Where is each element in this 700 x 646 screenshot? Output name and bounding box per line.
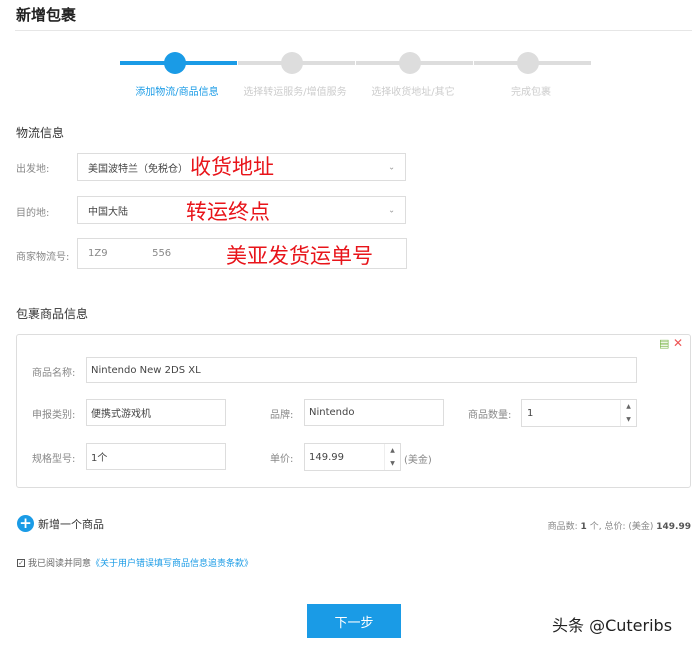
goods-heading: 包裹商品信息 — [16, 307, 89, 321]
chevron-down-icon: ⌄ — [388, 205, 395, 215]
annotation-tracking: 美亚发货运单号 — [226, 244, 373, 268]
price-currency: (美金) — [404, 455, 432, 466]
terms-link[interactable]: 《关于用户错误填写商品信息追责条款》 — [91, 556, 253, 569]
add-item-button[interactable]: + 新增一个商品 — [17, 515, 104, 532]
plus-circle-icon: + — [17, 515, 34, 532]
agree-checkbox[interactable]: ✓ — [17, 558, 25, 567]
annotation-origin: 收货地址 — [190, 155, 274, 179]
qty-stepper[interactable]: 1 ▲ ▼ — [521, 399, 637, 427]
category-input[interactable]: 便携式游戏机 — [86, 399, 226, 426]
step-label: 完成包裹 — [511, 87, 551, 98]
tracking-label: 商家物流号: — [16, 252, 70, 263]
brand-input[interactable]: Nintendo — [304, 399, 444, 426]
step-label: 选择转运服务/增值服务 — [243, 87, 347, 98]
qty-label: 商品数量: — [468, 410, 512, 421]
agree-text: 我已阅读并同意 — [28, 559, 92, 569]
close-icon[interactable]: ✕ — [673, 336, 683, 350]
step-dot-active — [164, 52, 186, 74]
step-label: 添加物流/商品信息 — [135, 87, 219, 98]
origin-label: 出发地: — [16, 164, 50, 175]
count-label: 商品数: — [547, 522, 578, 532]
step-label: 选择收货地址/其它 — [371, 87, 455, 98]
brand-label: 品牌: — [270, 410, 294, 421]
price-value: 149.99 — [309, 451, 344, 463]
next-button[interactable]: 下一步 — [307, 604, 401, 638]
chevron-down-icon: ⌄ — [388, 162, 395, 172]
category-label: 申报类别: — [32, 410, 76, 421]
name-label: 商品名称: — [32, 368, 76, 379]
name-input[interactable]: Nintendo New 2DS XL — [86, 357, 637, 383]
divider — [15, 30, 692, 31]
step-dot — [281, 52, 303, 74]
watermark: 头条 @Cuteribs — [552, 616, 673, 635]
total-value: 149.99 — [656, 522, 691, 532]
copy-icon[interactable]: ▤ — [659, 337, 669, 350]
count-unit: 个, — [589, 522, 602, 532]
add-item-label: 新增一个商品 — [38, 517, 104, 531]
total-label: 总价: — [604, 522, 626, 532]
logistics-heading: 物流信息 — [16, 126, 65, 140]
step-dot — [517, 52, 539, 74]
spinner-icon[interactable]: ▲ ▼ — [620, 400, 636, 426]
spec-input[interactable]: 1个 — [86, 443, 226, 470]
price-label: 单价: — [270, 454, 294, 465]
page-title: 新增包裹 — [16, 6, 77, 24]
dest-label: 目的地: — [16, 208, 50, 219]
total-currency: (美金) — [628, 522, 654, 532]
dest-value: 中国大陆 — [88, 206, 128, 218]
annotation-dest: 转运终点 — [186, 200, 270, 224]
spinner-icon[interactable]: ▲ ▼ — [384, 444, 400, 470]
step-dot — [399, 52, 421, 74]
summary: 商品数: 1 个, 总价: (美金) 149.99 — [548, 519, 691, 532]
price-stepper[interactable]: 149.99 ▲ ▼ — [304, 443, 401, 471]
qty-value: 1 — [527, 407, 534, 419]
spec-label: 规格型号: — [32, 454, 76, 465]
count-value: 1 — [580, 522, 587, 532]
agree-row: ✓ 我已阅读并同意 《关于用户错误填写商品信息追责条款》 — [17, 556, 253, 569]
origin-value: 美国波特兰（免税仓） — [88, 163, 188, 175]
